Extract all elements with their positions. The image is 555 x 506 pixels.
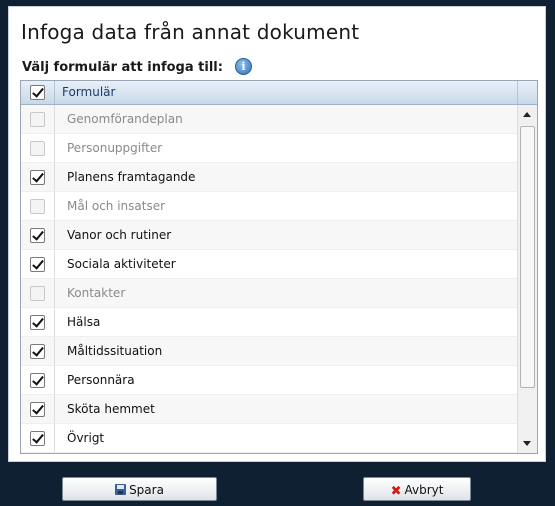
form-name: Mål och insatser (67, 199, 166, 213)
form-row[interactable]: Övrigt (21, 424, 517, 453)
row-checkbox (30, 112, 45, 127)
column-header-form[interactable]: Formulär (62, 85, 115, 99)
header-check-cell (21, 81, 55, 104)
row-check-cell (21, 250, 55, 278)
close-icon: ✖ (390, 484, 402, 499)
form-name: Övrigt (67, 431, 105, 445)
scroll-up-arrow-icon[interactable] (523, 112, 531, 117)
form-row[interactable]: Planens framtagande (21, 163, 517, 192)
form-name: Personuppgifter (67, 141, 163, 155)
form-name: Sociala aktiviteter (67, 257, 176, 271)
form-name: Planens framtagande (67, 170, 196, 184)
form-row[interactable]: Genomförandeplan (21, 105, 517, 134)
row-checkbox (30, 141, 45, 156)
form-row[interactable]: Kontakter (21, 279, 517, 308)
row-check-cell (21, 366, 55, 394)
form-grid: Formulär Genomförandeplan Personuppgifter… (20, 80, 538, 454)
form-name: Kontakter (67, 286, 126, 300)
form-row[interactable]: Sköta hemmet (21, 395, 517, 424)
row-checkbox[interactable] (30, 402, 45, 417)
form-row[interactable]: Måltidssituation (21, 337, 517, 366)
form-name: Personnära (67, 373, 135, 387)
row-checkbox (30, 286, 45, 301)
form-row[interactable]: Personuppgifter (21, 134, 517, 163)
row-check-cell (21, 279, 55, 307)
form-name: Genomförandeplan (67, 112, 183, 126)
row-check-cell (21, 163, 55, 191)
form-name: Hälsa (67, 315, 101, 329)
form-name: Måltidssituation (67, 344, 163, 358)
vertical-scrollbar[interactable] (517, 105, 537, 453)
row-check-cell (21, 134, 55, 162)
header-divider (517, 81, 518, 104)
row-check-cell (21, 105, 55, 133)
row-check-cell (21, 424, 55, 452)
row-check-cell (21, 308, 55, 336)
floppy-disk-icon (115, 484, 127, 495)
dialog-title: Infoga data från annat dokument (21, 20, 360, 44)
form-row[interactable]: Personnära (21, 366, 517, 395)
row-checkbox[interactable] (30, 228, 45, 243)
cancel-button[interactable]: ✖ Avbryt (363, 477, 471, 501)
row-check-cell (21, 395, 55, 423)
row-checkbox[interactable] (30, 170, 45, 185)
grid-rows: Genomförandeplan Personuppgifter Planens f… (21, 105, 517, 453)
cancel-button-label: Avbryt (404, 483, 444, 497)
row-check-cell (21, 337, 55, 365)
scroll-down-arrow-icon[interactable] (523, 441, 531, 446)
row-checkbox[interactable] (30, 257, 45, 272)
row-checkbox[interactable] (30, 431, 45, 446)
form-select-label: Välj formulär att infoga till: (22, 60, 223, 75)
row-checkbox (30, 199, 45, 214)
row-check-cell (21, 221, 55, 249)
save-button[interactable]: Spara (62, 477, 217, 501)
form-name: Sköta hemmet (67, 402, 155, 416)
form-row[interactable]: Hälsa (21, 308, 517, 337)
row-check-cell (21, 192, 55, 220)
scroll-thumb[interactable] (520, 126, 535, 388)
form-row[interactable]: Mål och insatser (21, 192, 517, 221)
row-checkbox[interactable] (30, 315, 45, 330)
select-all-checkbox[interactable] (30, 85, 45, 100)
row-checkbox[interactable] (30, 344, 45, 359)
info-icon[interactable]: i (235, 58, 252, 75)
grid-header: Formulär (21, 81, 537, 105)
row-checkbox[interactable] (30, 373, 45, 388)
insert-data-dialog: Infoga data från annat dokument Välj for… (8, 6, 546, 462)
form-row[interactable]: Sociala aktiviteter (21, 250, 517, 279)
form-name: Vanor och rutiner (67, 228, 172, 242)
form-row[interactable]: Vanor och rutiner (21, 221, 517, 250)
save-button-label: Spara (129, 483, 164, 497)
